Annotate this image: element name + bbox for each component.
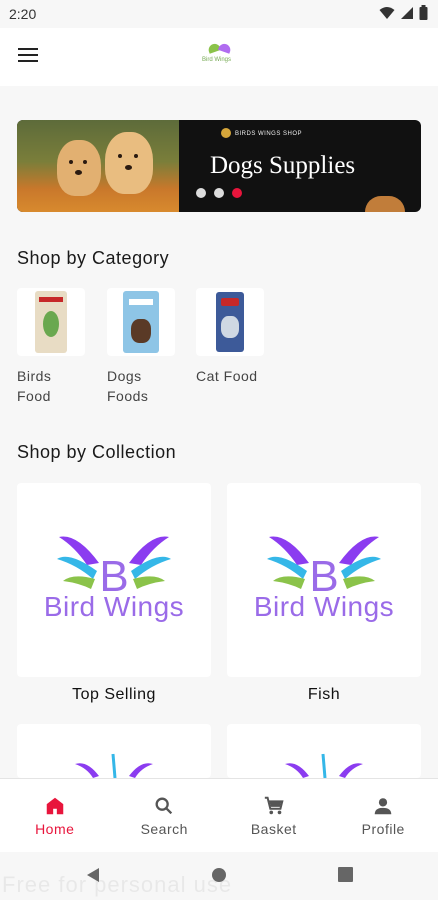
- status-icons: [379, 5, 428, 20]
- signal-icon: [401, 6, 413, 19]
- bottom-navigation: Home Search Basket Profile: [0, 778, 438, 853]
- nav-label: Home: [35, 821, 75, 837]
- nav-profile[interactable]: Profile: [329, 779, 438, 853]
- paw-icon: [221, 128, 231, 138]
- cart-icon: [264, 796, 284, 815]
- nav-basket[interactable]: Basket: [219, 779, 329, 853]
- nav-label: Search: [140, 821, 188, 837]
- puppy-image-right: [105, 132, 153, 194]
- collection-card-partial[interactable]: [17, 724, 211, 778]
- nav-label: Basket: [250, 821, 297, 837]
- collection-card-fish[interactable]: B Bird Wings: [227, 483, 421, 677]
- status-time: 2:20: [9, 6, 37, 22]
- nav-search[interactable]: Search: [110, 779, 220, 853]
- app-bar: Bird Wings: [0, 28, 438, 86]
- category-birds-food[interactable]: Birds Food: [17, 288, 87, 406]
- status-bar: 2:20: [0, 0, 438, 28]
- carousel-dot[interactable]: [196, 188, 206, 198]
- carousel-indicator: [196, 188, 242, 198]
- carousel-dot-active[interactable]: [232, 188, 242, 198]
- watermark-text: Free for personal use: [2, 872, 233, 897]
- wifi-icon: [379, 6, 395, 19]
- carousel-dot[interactable]: [214, 188, 224, 198]
- bird-wings-logo: B: [267, 536, 381, 601]
- dogs-food-bag-image: [123, 291, 159, 353]
- banner-shop-name: BIRDS WINGS SHOP: [235, 131, 303, 137]
- recents-icon[interactable]: [338, 867, 353, 882]
- bird-wings-logo: B: [57, 536, 171, 601]
- collection-card-partial[interactable]: [227, 724, 421, 778]
- category-cat-food[interactable]: Cat Food: [196, 288, 266, 386]
- collection-logo-text: Bird Wings: [253, 591, 395, 622]
- category-label: Dogs Foods: [107, 368, 149, 404]
- banner-photo: [17, 120, 179, 212]
- category-section-title: Shop by Category: [17, 248, 170, 268]
- home-icon: [46, 797, 63, 815]
- collection-card-top-selling[interactable]: B Bird Wings: [17, 483, 211, 677]
- bird-wings-logo: [75, 753, 153, 778]
- battery-icon: [419, 5, 428, 20]
- birds-food-bag-image: [35, 291, 67, 353]
- collection-logo-text: Bird Wings: [43, 591, 185, 622]
- cat-food-bag-image: [216, 292, 244, 352]
- category-label: Cat Food: [196, 368, 258, 384]
- app-logo: Bird Wings: [202, 42, 235, 68]
- puppy-image-left: [57, 140, 101, 196]
- category-thumbnail: [107, 288, 175, 356]
- collection-label: Fish: [307, 686, 341, 703]
- nav-label: Profile: [361, 821, 405, 837]
- logo-text: Bird Wings: [202, 57, 232, 63]
- category-dogs-foods[interactable]: Dogs Foods: [107, 288, 177, 406]
- search-icon: [155, 797, 173, 815]
- category-label: Birds Food: [17, 368, 52, 404]
- menu-icon[interactable]: [18, 48, 38, 64]
- collection-section-title: Shop by Collection: [17, 442, 177, 462]
- nav-home[interactable]: Home: [0, 779, 110, 853]
- bird-wings-logo: [285, 753, 363, 778]
- promo-banner[interactable]: BIRDS WINGS SHOP Dogs Supplies: [17, 120, 421, 212]
- profile-icon: [375, 798, 392, 815]
- collection-label: Top Selling: [72, 686, 156, 703]
- category-thumbnail: [196, 288, 264, 356]
- category-thumbnail: [17, 288, 85, 356]
- banner-title: Dogs Supplies: [210, 152, 356, 179]
- banner-dog-image: [365, 196, 405, 212]
